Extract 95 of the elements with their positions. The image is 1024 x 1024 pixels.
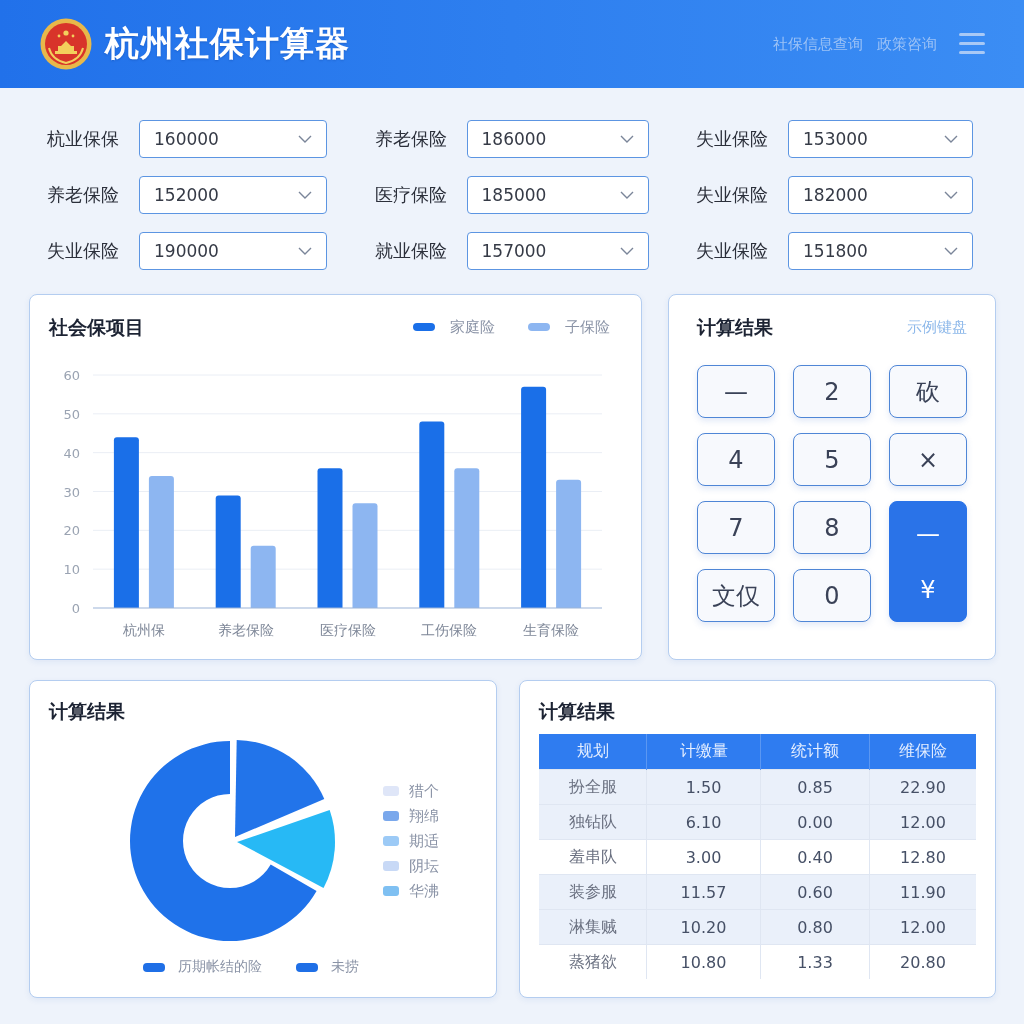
table-cell: 0.80 [760,909,870,945]
keypad-key[interactable]: 4 [697,433,775,486]
select-field[interactable]: 157000 [466,232,649,270]
chevron-down-icon [619,191,634,199]
table-cell: 11.90 [869,874,976,910]
menu-icon[interactable] [959,33,985,55]
field-label: 失业保险 [696,127,769,151]
field-label: 养老保险 [374,127,448,151]
card-title: 计算结果 [49,699,126,723]
select-field[interactable]: 186000 [466,120,649,158]
chevron-down-icon [619,247,634,255]
legend-label: 猎个 [409,781,439,801]
select-field[interactable]: 152000 [139,176,327,214]
table-cell: 淋集贼 [539,909,647,945]
axis-label: 40 [63,445,80,461]
app-title: 杭州社保计算器 [105,22,350,65]
table-cell: 0.40 [760,839,870,875]
chevron-down-icon [298,191,312,199]
legend-label: 华沸 [409,881,439,901]
axis-label: 养老保险 [217,622,274,638]
table-cell: 蒸猪欲 [539,944,647,979]
column-header: 统计额 [760,734,870,770]
axis-label: 医疗保险 [319,622,376,638]
card-title: 计算结果 [539,699,616,723]
keypad-key[interactable]: 2 [793,365,871,418]
emblem-icon [40,18,92,70]
keypad-key[interactable]: 砍 [889,365,967,418]
axis-label: 60 [63,368,80,383]
column-header: 规划 [539,734,647,770]
select-field[interactable]: 182000 [788,176,973,214]
legend-label: 家庭险 [450,317,495,337]
chevron-down-icon [619,135,634,143]
column-header: 维保险 [869,734,976,770]
field-label: 失业保险 [696,183,769,207]
select-field[interactable]: 185000 [466,176,649,214]
table-cell: 装参服 [539,874,647,910]
table-cell: 1.50 [646,769,761,805]
primary-key[interactable]: — ¥ [889,501,967,622]
field-label: 失业保险 [47,239,120,263]
table-cell: 羞串队 [539,839,647,875]
table-cell: 0.60 [760,874,870,910]
chevron-down-icon [944,247,958,255]
table-cell: 20.80 [869,944,976,979]
keypad-key[interactable]: — [697,365,775,418]
keypad-key[interactable]: × [889,433,967,486]
legend-label: 未捞 [331,958,359,976]
axis-label: 杭州保 [122,622,165,638]
legend-label: 翔绵 [409,806,439,826]
chevron-down-icon [944,191,958,199]
card-title: 计算结果 [697,315,773,339]
chevron-down-icon [298,247,312,255]
keypad-key[interactable]: 7 [697,501,775,554]
table-cell: 12.00 [869,804,976,840]
table-cell: 独钻队 [539,804,647,840]
chart-bar [250,545,276,608]
axis-label: 30 [63,484,80,500]
field-label: 杭业保保 [47,127,120,151]
table-cell: 0.00 [760,804,870,840]
keypad-key[interactable]: 0 [793,569,871,622]
select-field[interactable]: 153000 [788,120,973,158]
axis-label: 10 [63,562,80,578]
table-cell: 22.90 [869,769,976,805]
axis-label: 工伤保险 [421,622,478,638]
field-label: 养老保险 [47,183,120,207]
table-cell: 10.80 [646,944,761,979]
table-cell: 11.57 [646,874,761,910]
field-label: 就业保险 [374,239,448,263]
table-cell: 12.00 [869,909,976,945]
select-field[interactable]: 151800 [788,232,973,270]
axis-label: 生育保险 [523,622,580,638]
axis-label: 50 [63,406,80,422]
legend-label: 期适 [409,831,439,851]
keypad-key[interactable]: 5 [793,433,871,486]
keypad-key[interactable]: 文仅 [697,569,775,622]
table-cell: 12.80 [869,839,976,875]
chevron-down-icon [944,135,958,143]
table-cell: 扮全服 [539,769,647,805]
table-cell: 0.85 [760,769,870,805]
axis-label: 20 [63,523,80,539]
select-field[interactable]: 160000 [139,120,327,158]
table-cell: 10.20 [646,909,761,945]
axis-label: 0 [71,601,80,616]
field-label: 医疗保险 [374,183,448,207]
column-header: 计缴量 [646,734,761,770]
chevron-down-icon [298,135,312,143]
legend-label: 历期帐结的险 [178,958,262,976]
table-cell: 1.33 [760,944,870,979]
table-cell: 3.00 [646,839,761,875]
field-label: 失业保险 [696,239,769,263]
keypad-key[interactable]: 8 [793,501,871,554]
legend-label: 阴坛 [409,856,439,876]
select-field[interactable]: 190000 [139,232,327,270]
table-cell: 6.10 [646,804,761,840]
legend-label: 子保险 [565,317,610,337]
card-title: 社会保项目 [49,315,144,339]
